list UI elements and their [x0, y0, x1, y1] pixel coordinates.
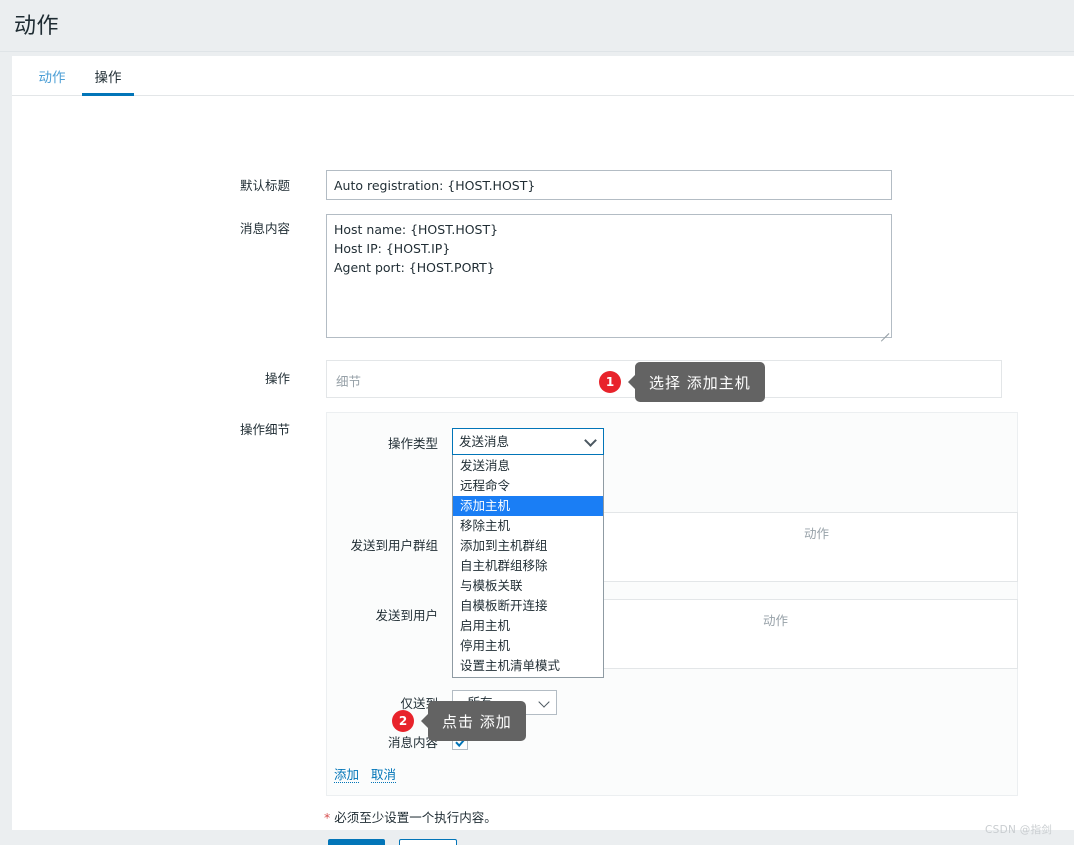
annotation-callout-2: 点击 添加 — [421, 701, 526, 741]
submit-button[interactable]: 添加 — [328, 839, 385, 845]
message-textarea[interactable] — [326, 214, 892, 338]
dropdown-option[interactable]: 自主机群组移除 — [453, 556, 603, 576]
annotation-badge-2: 2 — [392, 710, 414, 732]
operations-col-detail: 细节 — [336, 374, 362, 389]
send-to-user-groups-label: 发送到用户群组 — [350, 538, 438, 553]
annotation-callout-1: 选择 添加主机 — [628, 362, 765, 402]
tab-operations[interactable]: 操作 — [80, 56, 136, 96]
dropdown-option[interactable]: 远程命令 — [453, 476, 603, 496]
cancel-button[interactable]: 取消 — [399, 839, 457, 845]
watermark: CSDN @指剑 — [985, 824, 1053, 836]
user-groups-col-action: 动作 — [804, 526, 830, 541]
app-root: 动作 动作 操作 默认标题 消息内容 操作 细节 动作 操作细节 — [0, 0, 1074, 845]
message-label: 消息内容 — [239, 221, 290, 236]
dropdown-option[interactable]: 停用主机 — [453, 636, 603, 656]
dropdown-option[interactable]: 移除主机 — [453, 516, 603, 536]
operation-type-value: 发送消息 — [459, 434, 510, 449]
dropdown-option[interactable]: 启用主机 — [453, 616, 603, 636]
dropdown-option[interactable]: 发送消息 — [453, 456, 603, 476]
dropdown-option-selected[interactable]: 添加主机 — [453, 496, 603, 516]
tab-actions[interactable]: 动作 — [26, 56, 78, 96]
required-asterisk: * — [324, 810, 331, 825]
inline-add-link[interactable]: 添加 — [334, 767, 360, 783]
send-to-users-label: 发送到用户 — [375, 608, 438, 623]
default-subject-label: 默认标题 — [239, 178, 290, 193]
dropdown-option[interactable]: 与模板关联 — [453, 576, 603, 596]
required-note-text: 必须至少设置一个执行内容。 — [334, 810, 497, 825]
operations-label: 操作 — [264, 371, 290, 386]
chevron-down-icon — [584, 433, 597, 447]
page-title: 动作 — [14, 14, 60, 39]
tab-actions-label: 动作 — [38, 70, 66, 86]
required-note: * 必须至少设置一个执行内容。 — [324, 807, 497, 826]
send-only-to-label: 仅送到 — [400, 696, 438, 711]
content-panel: 动作 操作 默认标题 消息内容 操作 细节 动作 操作细节 操作类型 用户或用户… — [12, 56, 1074, 845]
message-content-label: 消息内容 — [387, 735, 438, 750]
page-header: 动作 — [0, 0, 1074, 52]
inline-cancel-link[interactable]: 取消 — [371, 767, 397, 783]
annotation-badge-1: 1 — [599, 371, 621, 393]
tab-operations-label: 操作 — [94, 70, 122, 86]
operation-type-label: 操作类型 — [387, 436, 438, 451]
dropdown-option[interactable]: 自模板断开连接 — [453, 596, 603, 616]
default-subject-input[interactable] — [326, 170, 892, 200]
tab-bar: 动作 操作 — [12, 56, 1074, 96]
users-col-action: 动作 — [763, 613, 789, 628]
chevron-down-icon — [538, 695, 550, 708]
operation-type-select[interactable]: 发送消息 — [452, 428, 604, 455]
operation-details-label: 操作细节 — [239, 422, 290, 437]
dropdown-option[interactable]: 设置主机清单模式 — [453, 656, 603, 676]
operation-type-dropdown-list[interactable]: 发送消息 远程命令 添加主机 移除主机 添加到主机群组 自主机群组移除 与模板关… — [452, 455, 604, 678]
dropdown-option[interactable]: 添加到主机群组 — [453, 536, 603, 556]
